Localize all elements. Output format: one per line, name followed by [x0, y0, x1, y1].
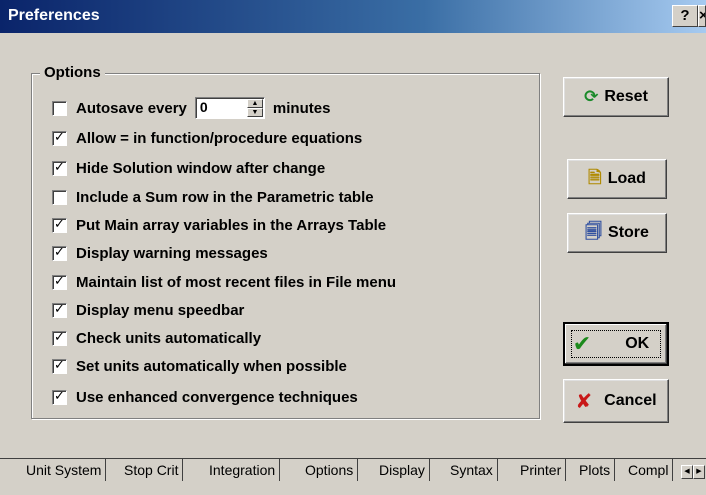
autosave-minutes-label: minutes — [272, 99, 331, 117]
option-label: Check units automatically — [76, 329, 262, 347]
checkmark-icon: ✓ — [54, 357, 65, 373]
cancel-button[interactable]: ✘ Cancel — [563, 379, 669, 423]
autosave-minutes-stepper[interactable]: 0 ▲ ▼ — [194, 97, 265, 119]
spin-down-icon[interactable]: ▼ — [246, 108, 263, 117]
tab-plots[interactable]: Plots — [575, 459, 616, 481]
autosave-label: Autosave every — [76, 99, 187, 117]
checkmark-icon: ✓ — [54, 216, 65, 232]
load-label: Load — [607, 170, 646, 187]
tab-scroll: ◀ ▶ — [681, 465, 705, 479]
option-label: Set units automatically when possible — [76, 357, 347, 375]
option-checkbox[interactable]: ✓ — [52, 159, 67, 176]
option-checkbox[interactable]: ✓ — [52, 129, 67, 146]
option-label: Include a Sum row in the Parametric tabl… — [76, 188, 374, 206]
tab-scroll-left-icon[interactable]: ◀ — [681, 465, 693, 479]
option-label: Put Main array variables in the Arrays T… — [76, 216, 387, 234]
option-label: Allow = in function/procedure equations — [76, 129, 363, 147]
help-button[interactable]: ? — [672, 5, 698, 27]
tab-display[interactable]: Display — [375, 459, 430, 481]
option-row: ✓ Display menu speedbar — [52, 299, 244, 321]
option-row: ✓ Maintain list of most recent files in F… — [52, 271, 396, 293]
option-row: ✓ Hide Solution window after change — [52, 157, 325, 179]
reset-button[interactable]: ⟳ Reset — [563, 77, 669, 117]
reset-label: Reset — [604, 88, 648, 105]
checkmark-icon: ✓ — [54, 388, 65, 404]
option-row: ✓ Put Main array variables in the Arrays … — [52, 214, 386, 236]
tab-options[interactable]: Options — [301, 459, 359, 481]
tab-unit-system[interactable]: Unit System — [22, 459, 107, 481]
tab-compl[interactable]: Compl — [624, 459, 674, 481]
option-row: ✓ Check units automatically — [52, 327, 261, 349]
tab-printer[interactable]: Printer — [516, 459, 567, 481]
option-row: Include a Sum row in the Parametric tabl… — [52, 186, 374, 208]
save-icon: 🗐 — [585, 221, 603, 242]
title-bar: Preferences ? × — [0, 0, 706, 33]
checkmark-icon: ✓ — [54, 129, 65, 145]
spin-up-icon[interactable]: ▲ — [246, 99, 263, 108]
refresh-icon: ⟳ — [584, 87, 599, 107]
autosave-option: Autosave every 0 ▲ ▼ minutes — [52, 97, 330, 119]
option-checkbox[interactable]: ✓ — [52, 301, 67, 318]
option-checkbox[interactable]: ✓ — [52, 216, 67, 233]
tab-integration[interactable]: Integration — [205, 459, 281, 481]
option-row: ✓ Allow = in function/procedure equations — [52, 127, 362, 149]
option-label: Maintain list of most recent files in Fi… — [76, 273, 397, 291]
checkmark-icon: ✓ — [54, 244, 65, 260]
x-icon: ✘ — [575, 389, 593, 413]
checkmark-icon: ✓ — [54, 329, 65, 345]
option-label: Hide Solution window after change — [76, 159, 326, 177]
option-label: Use enhanced convergence techniques — [76, 388, 358, 406]
tab-syntax[interactable]: Syntax — [446, 459, 498, 481]
tab-scroll-right-icon[interactable]: ▶ — [693, 465, 705, 479]
store-label: Store — [608, 224, 649, 241]
checkmark-icon: ✓ — [54, 301, 65, 317]
tab-stop-crit[interactable]: Stop Crit — [120, 459, 184, 481]
options-group-label: Options — [40, 64, 105, 81]
checkmark-icon: ✓ — [54, 159, 65, 175]
option-row: ✓ Set units automatically when possible — [52, 355, 347, 377]
option-label: Display warning messages — [76, 244, 268, 262]
cancel-label: Cancel — [604, 392, 657, 409]
autosave-minutes-value: 0 — [199, 99, 208, 115]
autosave-checkbox[interactable] — [52, 100, 67, 116]
window-title: Preferences — [8, 7, 100, 24]
ok-button[interactable]: ✔ OK — [563, 322, 669, 366]
checkmark-icon: ✓ — [54, 273, 65, 289]
option-checkbox[interactable]: ✓ — [52, 244, 67, 261]
document-icon: 🗎 — [588, 167, 602, 188]
option-checkbox[interactable]: ✓ — [52, 357, 67, 374]
store-button[interactable]: 🗐 Store — [567, 213, 667, 253]
option-checkbox[interactable] — [52, 189, 67, 205]
option-checkbox[interactable]: ✓ — [52, 273, 67, 290]
option-label: Display menu speedbar — [76, 301, 245, 319]
option-checkbox[interactable]: ✓ — [52, 329, 67, 346]
option-checkbox[interactable]: ✓ — [52, 388, 67, 405]
close-button[interactable]: × — [698, 5, 706, 27]
option-row: ✓ Use enhanced convergence techniques — [52, 386, 358, 408]
load-button[interactable]: 🗎 Load — [567, 159, 667, 199]
option-row: ✓ Display warning messages — [52, 242, 268, 264]
